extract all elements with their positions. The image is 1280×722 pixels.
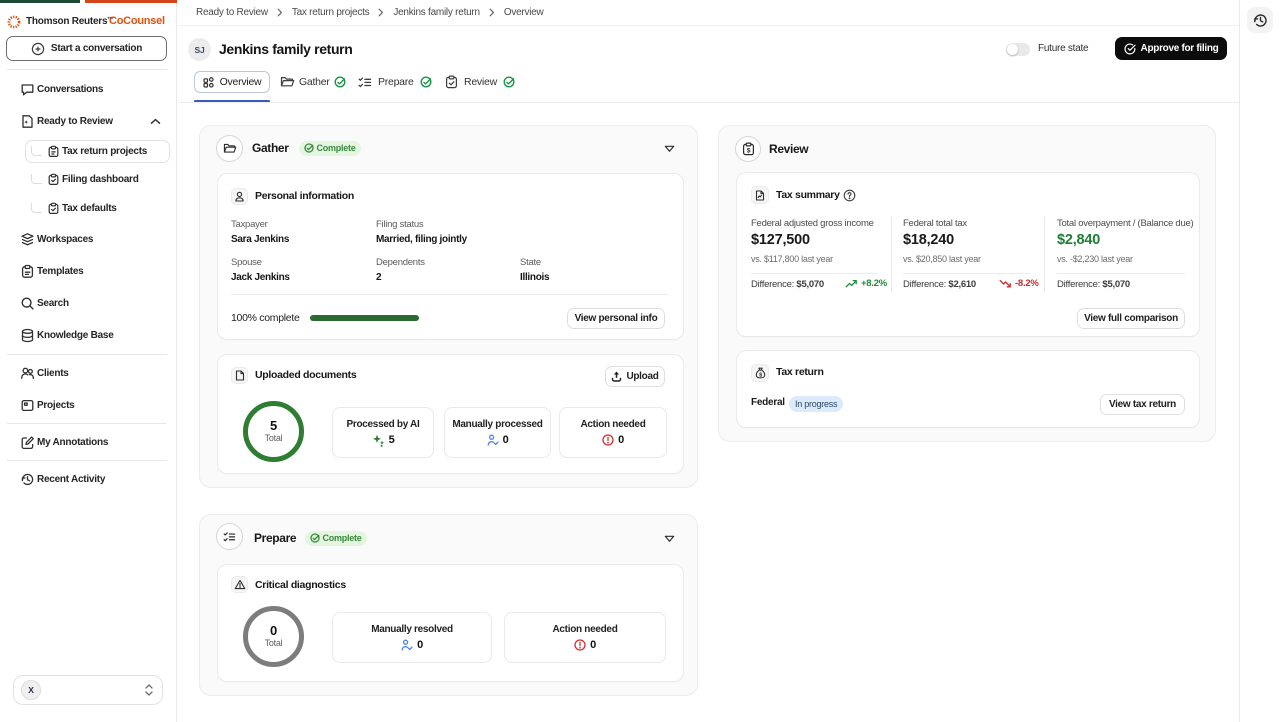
svg-text:$: $ [746, 148, 750, 155]
svg-text:$: $ [759, 372, 762, 378]
